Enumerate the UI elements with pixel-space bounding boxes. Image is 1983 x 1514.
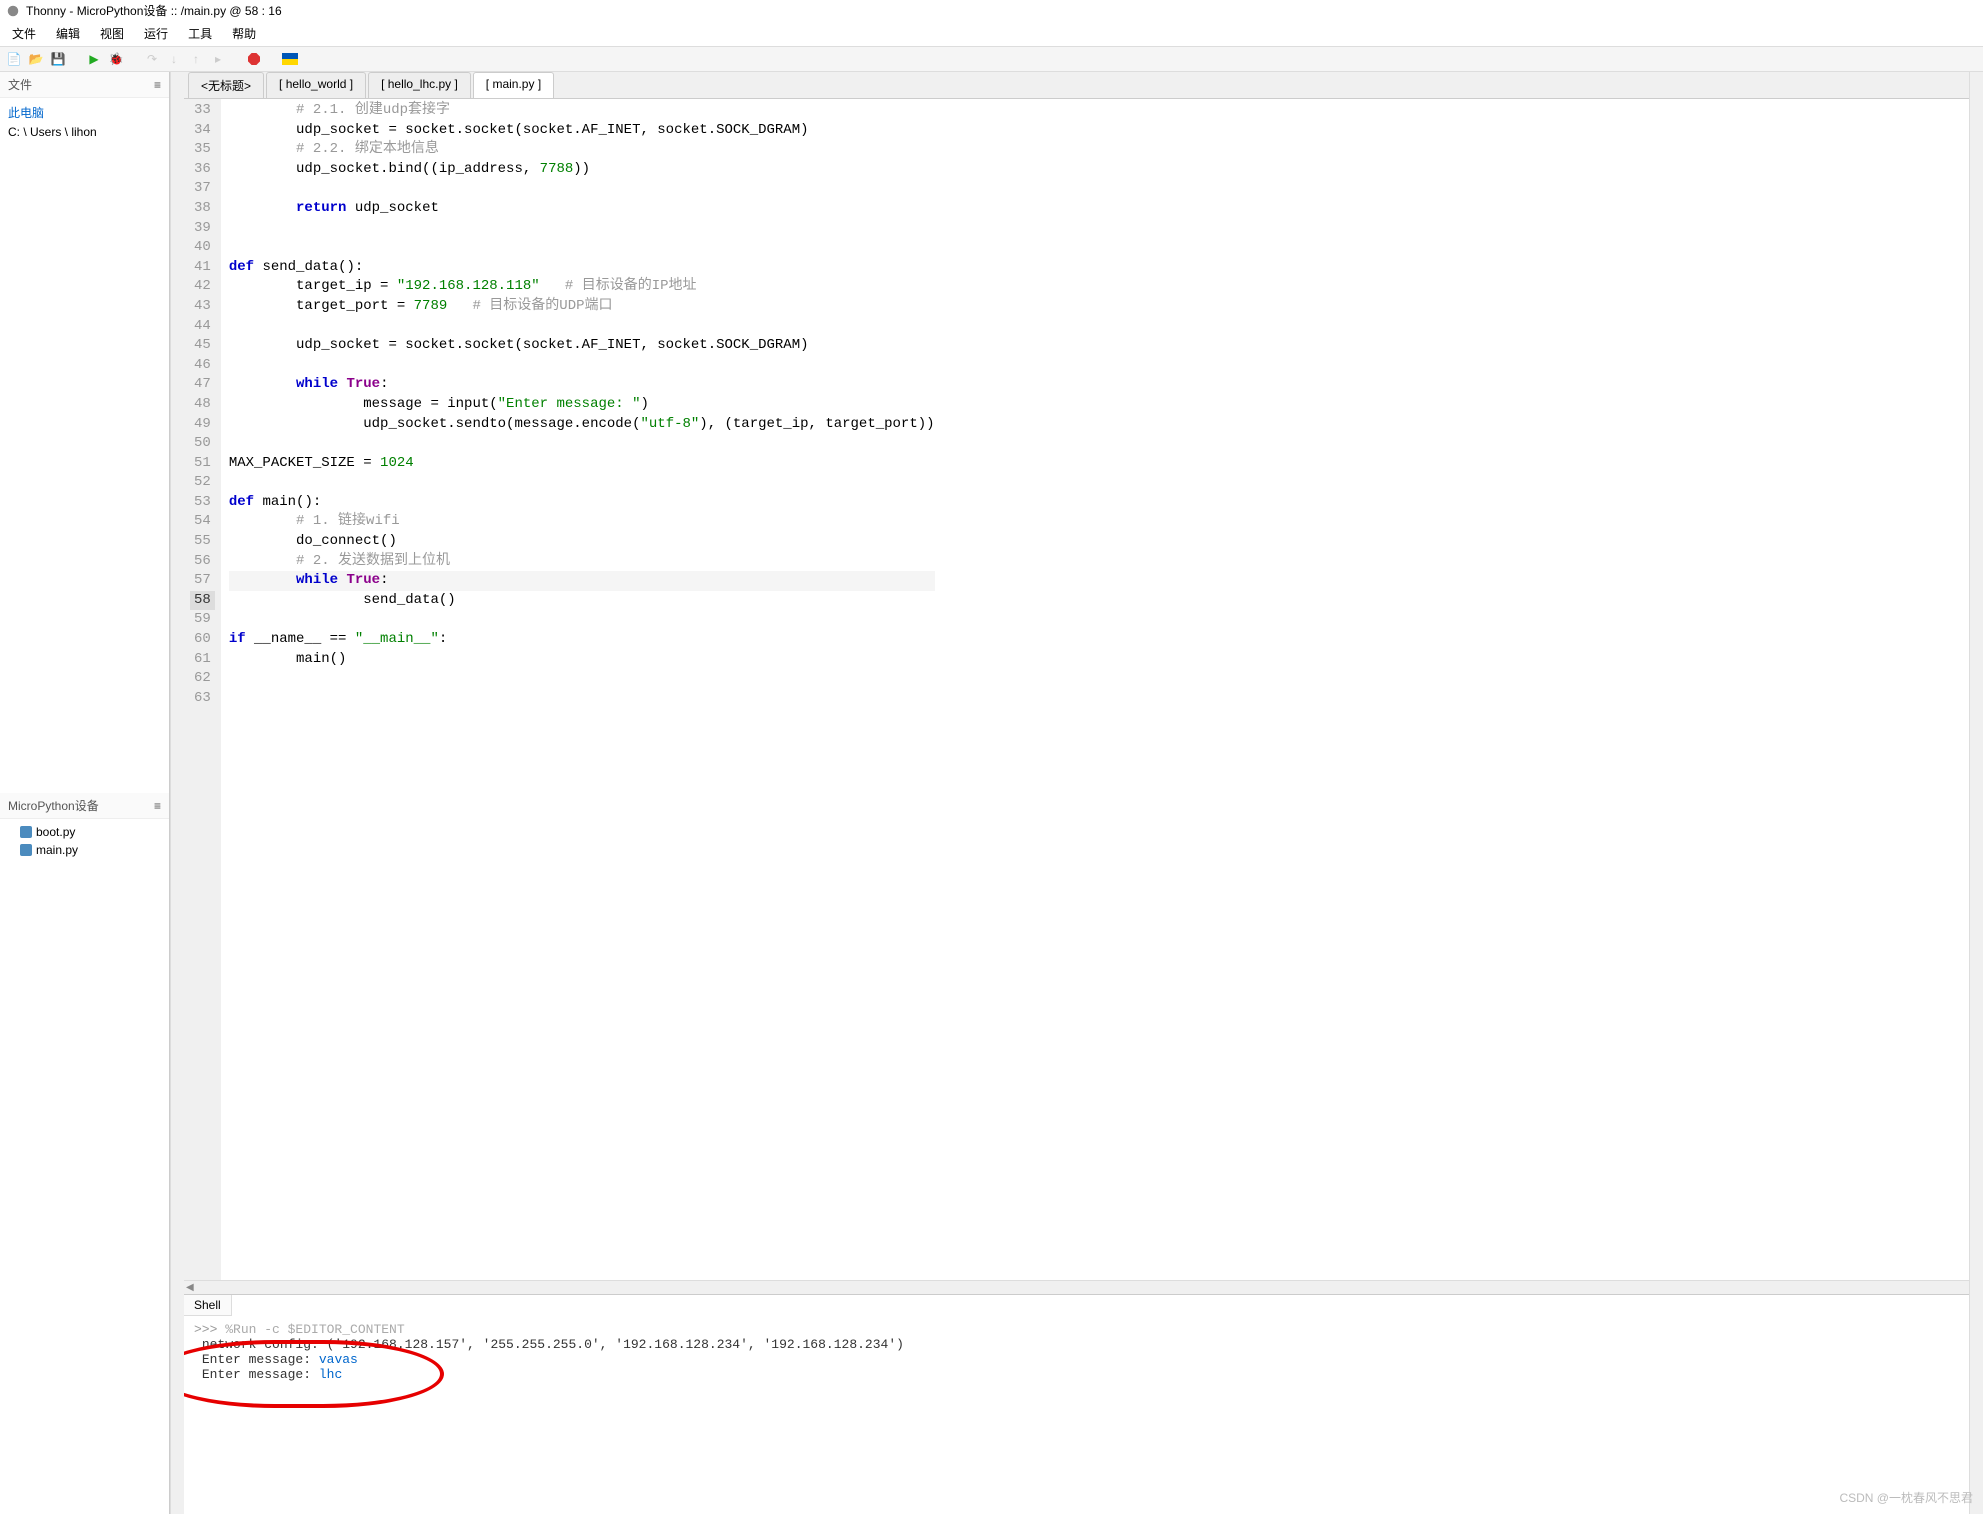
menu-帮助[interactable]: 帮助 <box>224 23 264 44</box>
editor-tab-3[interactable]: [ main.py ] <box>473 72 554 98</box>
this-computer-node[interactable]: 此电脑 <box>8 102 161 123</box>
debug-button[interactable]: 🐞 <box>108 51 124 67</box>
line-gutter: 3334353637383940414243444546474849505152… <box>184 99 221 1280</box>
right-scrollbar[interactable] <box>1969 72 1983 1514</box>
flag-icon[interactable] <box>282 51 298 67</box>
editor-tab-2[interactable]: [ hello_lhc.py ] <box>368 72 471 98</box>
files-panel-menu-icon[interactable]: ≡ <box>154 78 161 92</box>
python-file-icon <box>20 844 32 856</box>
step-out-button[interactable]: ↑ <box>188 51 204 67</box>
app-logo-icon <box>6 4 20 18</box>
menu-文件[interactable]: 文件 <box>4 23 44 44</box>
left-scrollbar[interactable] <box>170 72 184 1514</box>
open-file-button[interactable]: 📂 <box>28 51 44 67</box>
editor-hscrollbar[interactable]: ◀ <box>184 1280 1969 1294</box>
code-editor[interactable]: 3334353637383940414243444546474849505152… <box>184 99 1969 1280</box>
toolbar: 📄 📂 💾 ▶ 🐞 ↷ ↓ ↑ ▸ <box>0 47 1983 72</box>
device-panel-title: MicroPython设备 <box>8 797 99 814</box>
run-button[interactable]: ▶ <box>86 51 102 67</box>
new-file-button[interactable]: 📄 <box>6 51 22 67</box>
window-title: Thonny - MicroPython设备 :: /main.py @ 58 … <box>26 2 282 19</box>
device-panel-menu-icon[interactable]: ≡ <box>154 799 161 813</box>
menu-编辑[interactable]: 编辑 <box>48 23 88 44</box>
python-file-icon <box>20 826 32 838</box>
menu-工具[interactable]: 工具 <box>180 23 220 44</box>
code-area[interactable]: # 2.1. 创建udp套接字 udp_socket = socket.sock… <box>221 99 943 1280</box>
device-file-main.py[interactable]: main.py <box>8 841 161 859</box>
files-panel-header: 文件 ≡ <box>0 72 169 98</box>
menubar: 文件编辑视图运行工具帮助 <box>0 21 1983 47</box>
shell-tab[interactable]: Shell <box>184 1295 232 1316</box>
device-panel-header: MicroPython设备 ≡ <box>0 793 169 819</box>
step-over-button[interactable]: ↷ <box>144 51 160 67</box>
watermark: CSDN @一枕春风不思君 <box>1839 1489 1973 1506</box>
step-into-button[interactable]: ↓ <box>166 51 182 67</box>
current-path[interactable]: C: \ Users \ lihon <box>8 123 161 141</box>
resume-button[interactable]: ▸ <box>210 51 226 67</box>
editor-tab-1[interactable]: [ hello_world ] <box>266 72 366 98</box>
menu-运行[interactable]: 运行 <box>136 23 176 44</box>
window-titlebar: Thonny - MicroPython设备 :: /main.py @ 58 … <box>0 0 1983 21</box>
stop-button[interactable] <box>246 51 262 67</box>
files-panel-title: 文件 <box>8 76 32 93</box>
save-file-button[interactable]: 💾 <box>50 51 66 67</box>
menu-视图[interactable]: 视图 <box>92 23 132 44</box>
shell-output[interactable]: >>> %Run -c $EDITOR_CONTENT network conf… <box>184 1316 1969 1514</box>
device-file-boot.py[interactable]: boot.py <box>8 823 161 841</box>
editor-tabs: <无标题>[ hello_world ][ hello_lhc.py ][ ma… <box>184 72 1969 99</box>
editor-tab-0[interactable]: <无标题> <box>188 72 264 98</box>
